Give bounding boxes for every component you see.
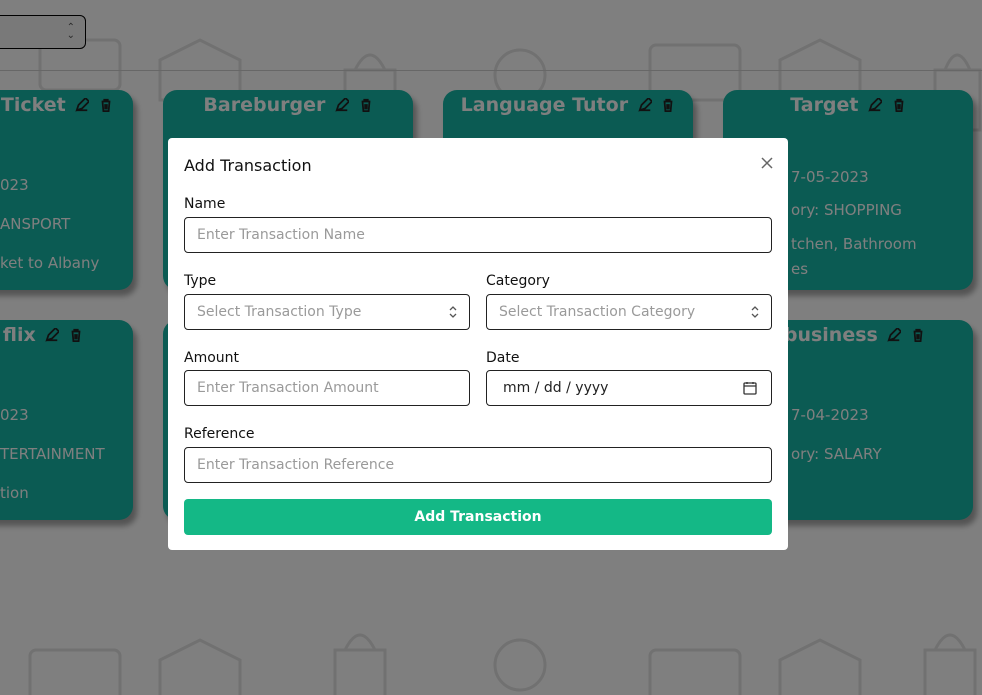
close-icon[interactable] [760, 156, 774, 170]
date-label: Date [486, 350, 520, 366]
type-select[interactable]: Select Transaction Type [184, 294, 470, 330]
type-label: Type [184, 273, 217, 289]
amount-input[interactable] [184, 370, 470, 406]
category-label: Category [486, 273, 550, 289]
reference-label: Reference [184, 426, 255, 442]
calendar-icon[interactable] [743, 381, 757, 395]
date-value: mm / dd / yyyy [503, 380, 609, 396]
date-input[interactable]: mm / dd / yyyy [486, 370, 772, 406]
modal-title: Add Transaction [184, 156, 312, 175]
reference-input[interactable] [184, 447, 772, 483]
select-arrows-icon [449, 306, 457, 318]
category-select-placeholder: Select Transaction Category [499, 304, 696, 320]
add-transaction-modal: Add Transaction Name Type Select Transac… [168, 138, 788, 550]
name-label: Name [184, 196, 226, 212]
category-select[interactable]: Select Transaction Category [486, 294, 772, 330]
add-transaction-button[interactable]: Add Transaction [184, 499, 772, 535]
type-select-placeholder: Select Transaction Type [197, 304, 362, 320]
select-arrows-icon [751, 306, 759, 318]
name-input[interactable] [184, 217, 772, 253]
amount-label: Amount [184, 350, 240, 366]
